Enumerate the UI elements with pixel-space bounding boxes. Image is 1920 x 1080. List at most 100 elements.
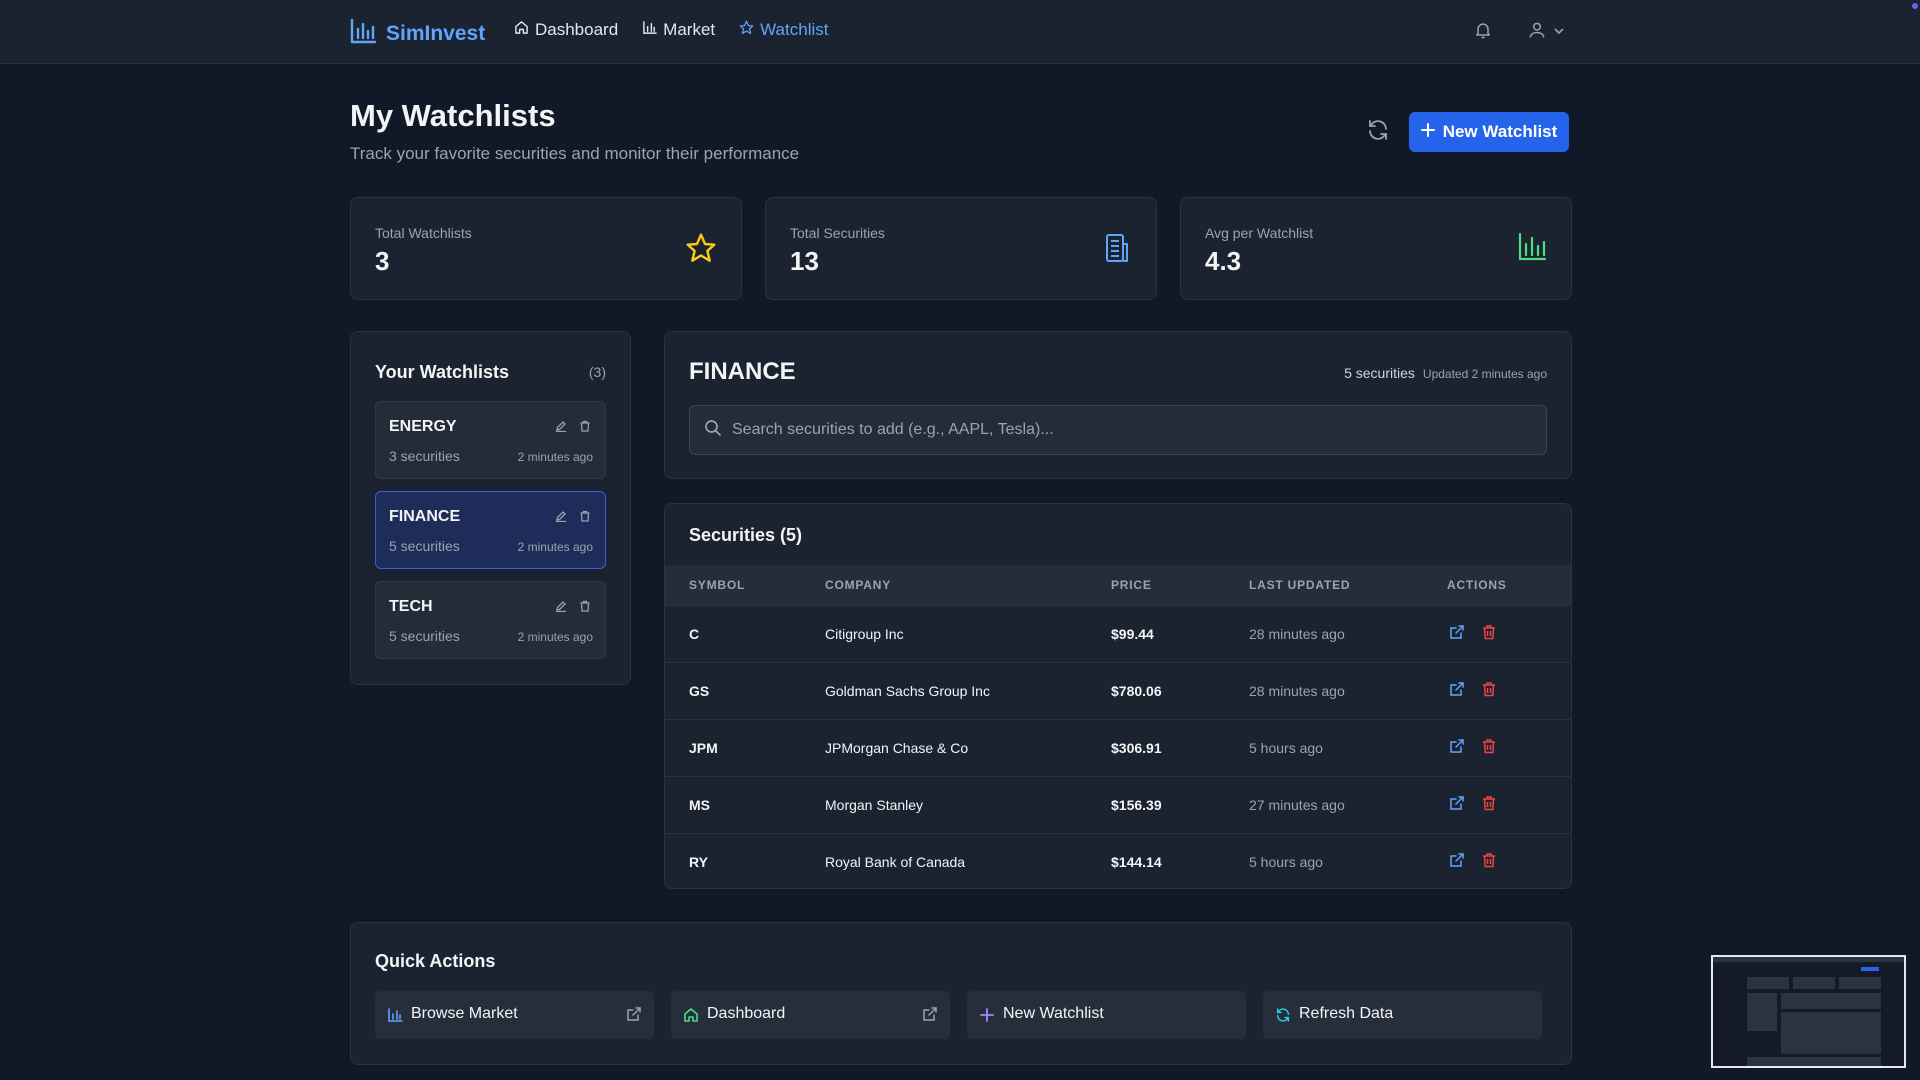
stat-label: Total Securities	[790, 225, 885, 241]
watchlist-actions	[555, 600, 591, 612]
cell-last-updated: 5 hours ago	[1249, 740, 1323, 756]
cell-symbol: C	[689, 626, 700, 642]
trash-icon[interactable]	[1481, 852, 1497, 868]
watchlist-actions	[555, 420, 591, 432]
table-row[interactable]: MS Morgan Stanley $156.39 27 minutes ago	[665, 776, 1571, 833]
external-link-icon[interactable]	[1449, 738, 1465, 754]
watchlist-detail-panel: FINANCE 5 securities Updated 2 minutes a…	[664, 331, 1572, 479]
watchlist-securities-count: 3 securities	[389, 448, 460, 464]
top-navbar: SimInvest Dashboard Market Watchlist	[0, 0, 1920, 64]
watchlist-item-energy[interactable]: ENERGY 3 securities 2 minutes ago	[375, 401, 606, 479]
home-icon	[683, 1007, 699, 1023]
watchlist-item-finance[interactable]: FINANCE 5 securities 2 minutes ago	[375, 491, 606, 569]
refresh-icon[interactable]	[1366, 118, 1392, 144]
edit-icon[interactable]	[555, 600, 567, 612]
trash-icon[interactable]	[579, 600, 591, 612]
trash-icon[interactable]	[1481, 624, 1497, 640]
stat-card-total-watchlists: Total Watchlists 3	[350, 197, 742, 300]
nav-link-dashboard[interactable]: Dashboard	[514, 20, 618, 40]
minimap-detail	[1781, 993, 1881, 1009]
watchlist-updated: 2 minutes ago	[517, 630, 593, 644]
external-link-icon[interactable]	[1449, 852, 1465, 868]
trash-icon[interactable]	[579, 420, 591, 432]
table-row[interactable]: RY Royal Bank of Canada $144.14 5 hours …	[665, 833, 1571, 888]
page-title: My Watchlists	[350, 98, 556, 133]
table-row[interactable]: C Citigroup Inc $99.44 28 minutes ago	[665, 605, 1571, 662]
user-icon	[1527, 20, 1547, 45]
stat-card-avg-per-watchlist: Avg per Watchlist 4.3	[1180, 197, 1572, 300]
cell-symbol: MS	[689, 797, 710, 813]
column-header-price[interactable]: PRICE	[1111, 578, 1152, 592]
edit-icon[interactable]	[555, 510, 567, 522]
minimap-navbar	[1713, 957, 1904, 962]
security-search-box[interactable]	[689, 405, 1547, 455]
trash-icon[interactable]	[579, 510, 591, 522]
nav-link-watchlist[interactable]: Watchlist	[739, 20, 828, 40]
browse-market-button[interactable]: Browse Market	[375, 991, 654, 1039]
brand-logo[interactable]: SimInvest	[350, 18, 485, 49]
table-row[interactable]: GS Goldman Sachs Group Inc $780.06 28 mi…	[665, 662, 1571, 719]
refresh-data-button[interactable]: Refresh Data	[1263, 991, 1542, 1039]
detail-updated: Updated 2 minutes ago	[1422, 367, 1547, 381]
status-dot	[1912, 3, 1918, 9]
cell-company: Morgan Stanley	[825, 797, 924, 813]
dashboard-button[interactable]: Dashboard	[671, 991, 950, 1039]
stat-card-total-securities: Total Securities 13	[765, 197, 1157, 300]
watchlist-name: ENERGY	[389, 418, 457, 435]
star-icon	[685, 232, 717, 269]
quick-action-label: Dashboard	[707, 1005, 786, 1022]
refresh-icon	[1275, 1007, 1291, 1023]
trash-icon[interactable]	[1481, 681, 1497, 697]
quick-action-label: Browse Market	[411, 1005, 518, 1022]
column-header-company[interactable]: COMPANY	[825, 578, 891, 592]
brand-name: SimInvest	[386, 21, 486, 45]
external-link-icon[interactable]	[1449, 681, 1465, 697]
stat-label: Total Watchlists	[375, 225, 472, 241]
cell-last-updated: 28 minutes ago	[1249, 626, 1345, 642]
external-link-icon	[626, 1006, 642, 1022]
user-menu[interactable]	[1527, 20, 1565, 45]
cell-price: $156.39	[1111, 797, 1162, 813]
stat-value: 3	[375, 246, 390, 276]
external-link-icon[interactable]	[1449, 795, 1465, 811]
row-actions	[1449, 795, 1497, 811]
bell-icon[interactable]	[1473, 20, 1493, 45]
bar-chart-icon	[387, 1007, 403, 1023]
table-row[interactable]: JPM JPMorgan Chase & Co $306.91 5 hours …	[665, 719, 1571, 776]
bar-chart-icon	[350, 18, 377, 49]
cell-company: Goldman Sachs Group Inc	[825, 683, 990, 699]
nav-link-label: Market	[663, 20, 716, 39]
quick-new-watchlist-button[interactable]: New Watchlist	[967, 991, 1246, 1039]
plus-icon	[1420, 122, 1435, 142]
cell-last-updated: 5 hours ago	[1249, 854, 1323, 870]
bar-chart-icon	[1517, 232, 1547, 267]
chevron-down-icon	[1553, 24, 1565, 42]
new-watchlist-button[interactable]: New Watchlist	[1409, 112, 1569, 152]
cell-last-updated: 28 minutes ago	[1249, 683, 1345, 699]
securities-table-title: Securities (5)	[689, 525, 803, 545]
cell-last-updated: 27 minutes ago	[1249, 797, 1345, 813]
edit-icon[interactable]	[555, 420, 567, 432]
main-nav: Dashboard Market Watchlist	[514, 20, 828, 40]
plus-icon	[979, 1007, 995, 1023]
column-header-symbol[interactable]: SYMBOL	[689, 578, 745, 592]
cell-symbol: GS	[689, 683, 710, 699]
watchlist-name: FINANCE	[389, 508, 461, 525]
bar-chart-icon	[642, 20, 657, 40]
nav-link-market[interactable]: Market	[642, 20, 715, 40]
stat-label: Avg per Watchlist	[1205, 225, 1314, 241]
cell-company: Royal Bank of Canada	[825, 854, 966, 870]
column-header-last-updated[interactable]: LAST UPDATED	[1249, 578, 1350, 592]
new-watchlist-label: New Watchlist	[1442, 122, 1558, 141]
cell-company: Citigroup Inc	[825, 626, 904, 642]
security-search-input[interactable]	[732, 421, 1532, 439]
stat-value: 13	[790, 246, 819, 276]
trash-icon[interactable]	[1481, 738, 1497, 754]
search-icon	[704, 419, 722, 442]
page-minimap[interactable]	[1711, 955, 1906, 1068]
external-link-icon[interactable]	[1449, 624, 1465, 640]
trash-icon[interactable]	[1481, 795, 1497, 811]
watchlists-panel: Your Watchlists (3) ENERGY 3 securities …	[350, 331, 631, 685]
quick-action-label: New Watchlist	[1003, 1005, 1104, 1022]
watchlist-item-tech[interactable]: TECH 5 securities 2 minutes ago	[375, 581, 606, 659]
